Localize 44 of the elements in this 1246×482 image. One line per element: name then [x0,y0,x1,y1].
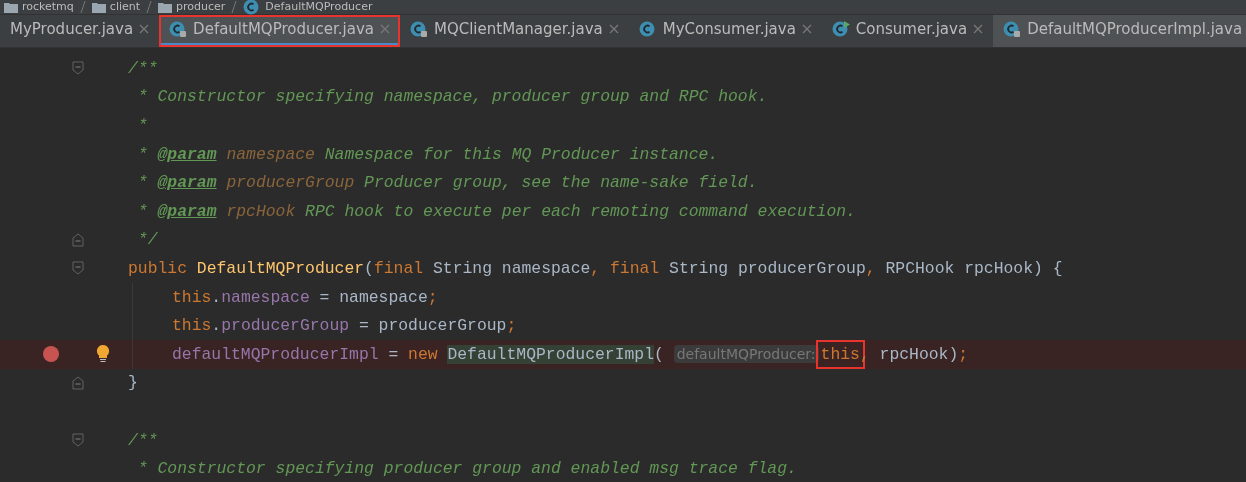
code-line: */ [136,229,159,252]
folder-icon [91,1,106,13]
fold-marker-icon[interactable] [72,433,84,447]
code-line: this.producerGroup = producerGroup; [171,315,518,338]
code-line: * Constructor specifying namespace, producer group and RPC hook. [136,86,769,109]
breadcrumb-separator [146,1,153,13]
code-line: * [136,115,149,137]
breadcrumb-item[interactable]: rocketmq [22,1,74,13]
folder-icon [4,1,18,13]
breadcrumb-separator [231,1,238,13]
fold-marker-icon[interactable] [72,261,84,276]
editor-tab[interactable]: DefaultMQProducerImpl.java [993,15,1246,47]
close-icon[interactable] [801,24,812,34]
close-icon[interactable] [379,24,390,34]
editor-tab[interactable]: DefaultMQProducer.java [159,15,400,47]
fold-marker-icon[interactable] [72,375,84,390]
class-icon [409,20,428,38]
code-line: defaultMQProducerImpl = new DefaultMQProducerImpl( defaultMQProducer: this, rpcHook); [166,338,975,370]
code-line: public DefaultMQProducer(final String namespace, final String producerGroup, RPCHook rpcHook) { [127,257,1064,280]
breadcrumb-item[interactable]: client [109,1,141,13]
breakpoint-icon[interactable] [43,346,59,363]
code-line: * @param rpcHook RPC hook to execute per each remoting command execution. [136,200,857,223]
close-icon[interactable] [608,24,619,34]
breadcrumb-item[interactable]: producer [176,1,226,13]
code-line: * Constructor specifying producer group and enabled msg trace flag. [136,458,798,481]
breadcrumb-item[interactable]: DefaultMQProducer [265,1,373,13]
fold-marker-icon[interactable] [72,232,84,247]
code-line: this.namespace = namespace; [171,286,439,309]
fold-marker-icon[interactable] [72,61,84,76]
class-icon [169,20,188,38]
code-line: } [127,372,139,395]
folder-icon [158,1,173,13]
breadcrumb-separator [79,1,86,13]
close-icon[interactable] [139,24,150,34]
lightbulb-icon[interactable] [96,345,110,364]
class-icon [1003,20,1022,38]
class-run-icon [831,20,850,38]
code-line: * @param producerGroup Producer group, see the name-sake field. [136,172,759,195]
code-line: /** [127,429,159,452]
parameter-hint: defaultMQProducer: [673,345,819,364]
class-icon [638,20,657,38]
close-icon[interactable] [973,24,984,34]
code-line: * @param namespace Namespace for this MQ Producer instance. [136,143,720,166]
code-line: /** [127,57,159,80]
